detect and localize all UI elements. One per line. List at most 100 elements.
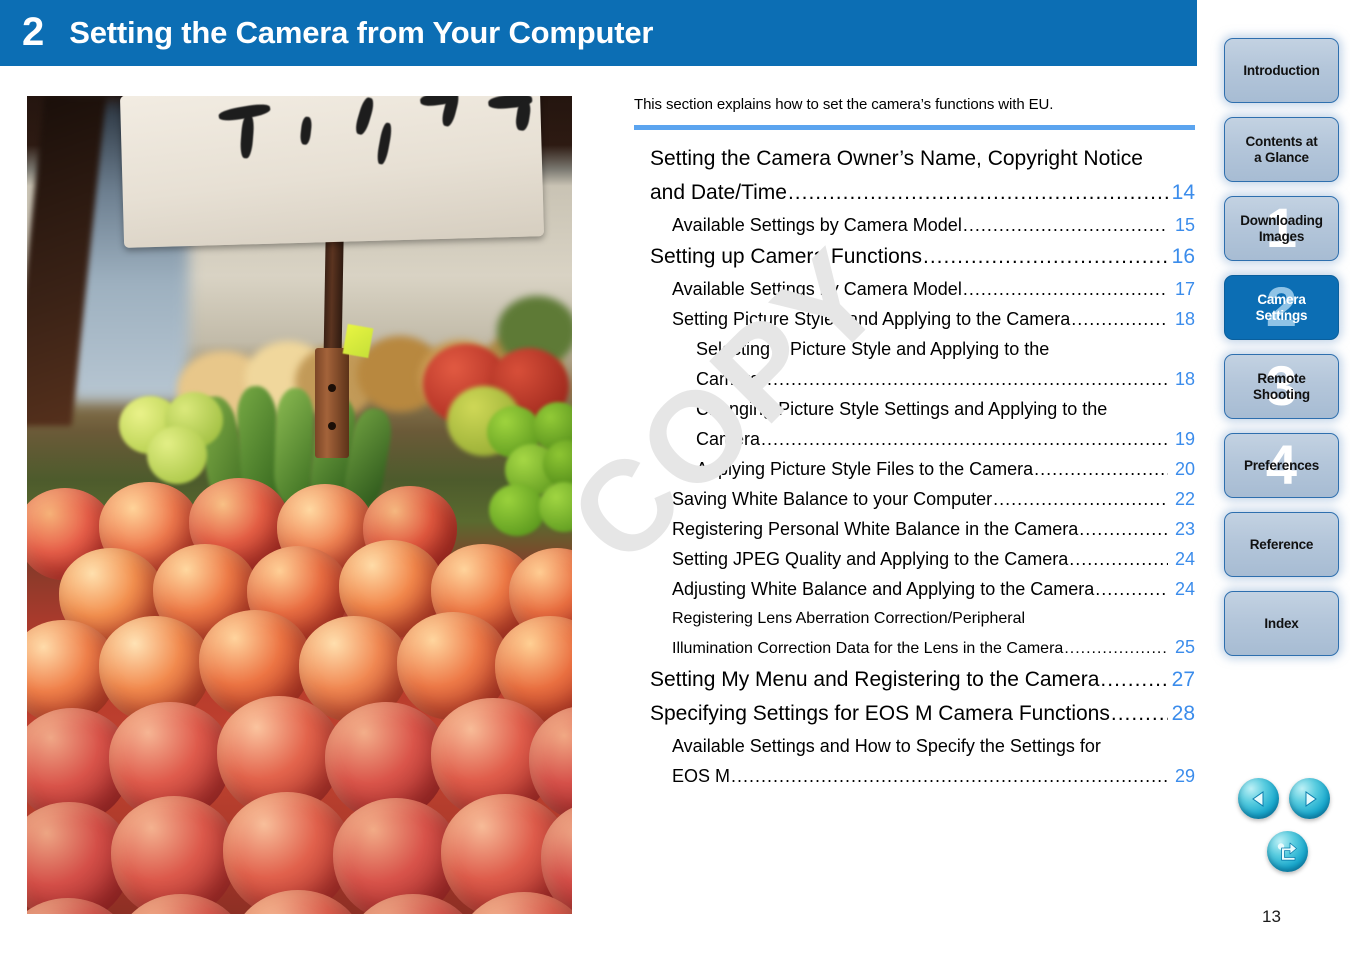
chapter-number: 2	[22, 9, 44, 54]
toc-entry-label: Registering Lens Aberration Correction/P…	[672, 610, 1026, 627]
toc-entry-label: Registering Personal White Balance in th…	[672, 519, 1079, 539]
sidebar-tab-introduction[interactable]: Introduction	[1224, 38, 1339, 103]
toc-leader-dots: ........................................…	[731, 766, 1168, 786]
toc-entry[interactable]: Available Settings and How to Specify th…	[634, 731, 1195, 761]
toc-entry[interactable]: Setting JPEG Quality and Applying to the…	[634, 544, 1195, 574]
right-arrow-icon	[1305, 790, 1317, 807]
next-page-button[interactable]	[1289, 778, 1330, 819]
toc-page-number: 18	[1174, 309, 1195, 329]
toc-leader-dots: ........................................…	[761, 429, 1168, 449]
section-divider	[634, 125, 1195, 130]
sidebar-tab-label: Camera Settings	[1255, 291, 1308, 323]
chapter-tab-sidebar: Introduction Contents at a Glance 1 Download…	[1224, 38, 1339, 670]
toc-entry[interactable]: Camera..................................…	[634, 364, 1195, 394]
sidebar-tab-downloading-images[interactable]: 1 Downloading Images	[1224, 196, 1339, 261]
toc-entry[interactable]: Adjusting White Balance and Applying to …	[634, 574, 1195, 604]
toc-entry[interactable]: Camera..................................…	[634, 424, 1195, 454]
toc-entry-label: Adjusting White Balance and Applying to …	[672, 579, 1095, 599]
sidebar-tab-label: Downloading Images	[1240, 212, 1323, 244]
toc-entry-label: Selecting a Picture Style and Applying t…	[696, 339, 1050, 359]
toc-leader-dots: ........................................…	[1100, 668, 1168, 691]
sidebar-tab-label: Introduction	[1243, 62, 1320, 78]
toc-entry[interactable]: Setting Picture Styles and Applying to t…	[634, 304, 1195, 334]
photo-price-sign	[119, 96, 545, 248]
photo-green-fruit	[147, 426, 207, 484]
return-arrow-icon	[1277, 842, 1297, 861]
toc-entry-label: and Date/Time	[650, 181, 787, 204]
toc-page-number: 24	[1174, 549, 1195, 569]
toc-leader-dots: ........................................…	[962, 215, 1168, 235]
toc-leader-dots: ........................................…	[1071, 309, 1168, 329]
toc-entry-label: Applying Picture Style Files to the Came…	[696, 459, 1034, 479]
toc-leader-dots: ........................................…	[962, 279, 1168, 299]
photo-lime	[489, 484, 545, 536]
toc-entry-label: Specifying Settings for EOS M Camera Fun…	[650, 702, 1110, 725]
market-photo	[27, 96, 572, 914]
toc-entry[interactable]: Available Settings by Camera Model......…	[634, 210, 1195, 240]
toc-page-number: 24	[1174, 579, 1195, 599]
toc-entry[interactable]: Setting My Menu and Registering to the C…	[634, 663, 1195, 697]
toc-leader-dots: ........................................…	[1034, 459, 1168, 479]
toc-entry[interactable]: Selecting a Picture Style and Applying t…	[634, 334, 1195, 364]
toc-entry[interactable]: Specifying Settings for EOS M Camera Fun…	[634, 697, 1195, 731]
section-intro-text: This section explains how to set the cam…	[634, 96, 1054, 113]
sidebar-tab-index[interactable]: Index	[1224, 591, 1339, 656]
toc-leader-dots: ........................................…	[787, 181, 1168, 204]
toc-page-number: 29	[1174, 766, 1195, 786]
page-title: Setting the Camera from Your Computer	[69, 15, 654, 50]
toc-leader-dots: ........................................…	[1064, 640, 1168, 657]
toc-entry[interactable]: Saving White Balance to your Computer...…	[634, 484, 1195, 514]
toc-entry[interactable]: EOS M...................................…	[634, 761, 1195, 791]
toc-entry[interactable]: Illumination Correction Data for the Len…	[634, 633, 1195, 663]
sidebar-tab-label: Reference	[1249, 536, 1314, 552]
toc-entry-label: Camera	[696, 369, 761, 389]
toc-leader-dots: ........................................…	[922, 245, 1168, 268]
toc-leader-dots: ........................................…	[1069, 549, 1168, 569]
toc-entry[interactable]: Available Settings by Camera Model......…	[634, 274, 1195, 304]
page-number: 13	[1262, 907, 1281, 926]
toc-entry-label: Available Settings and How to Specify th…	[672, 736, 1101, 756]
toc-entry[interactable]: and Date/Time...........................…	[634, 176, 1195, 210]
toc-entry[interactable]: Registering Lens Aberration Correction/P…	[634, 604, 1195, 633]
sidebar-tab-remote-shooting[interactable]: 3 Remote Shooting	[1224, 354, 1339, 419]
sidebar-tab-camera-settings[interactable]: 2 Camera Settings	[1224, 275, 1339, 340]
toc-leader-dots: ........................................…	[993, 489, 1168, 509]
toc-entry-label: Camera	[696, 429, 761, 449]
toc-leader-dots: ........................................…	[1095, 579, 1168, 599]
toc-entry-label: Setting JPEG Quality and Applying to the…	[672, 549, 1069, 569]
navigation-buttons	[1238, 778, 1338, 872]
left-arrow-icon	[1251, 790, 1263, 807]
toc-entry-label: Setting My Menu and Registering to the C…	[650, 668, 1100, 691]
sidebar-tab-label: Remote Shooting	[1253, 370, 1310, 402]
toc-entry-label: Available Settings by Camera Model	[672, 279, 962, 299]
sidebar-tab-reference[interactable]: Reference	[1224, 512, 1339, 577]
toc-entry[interactable]: Changing Picture Style Settings and Appl…	[634, 394, 1195, 424]
table-of-contents: Setting the Camera Owner’s Name, Copyrig…	[634, 142, 1195, 791]
toc-entry[interactable]: Applying Picture Style Files to the Came…	[634, 454, 1195, 484]
photo-pole-bracket	[315, 348, 349, 458]
toc-entry[interactable]: Registering Personal White Balance in th…	[634, 514, 1195, 544]
toc-entry-label: Changing Picture Style Settings and Appl…	[696, 399, 1108, 419]
toc-page-number: 22	[1174, 489, 1195, 509]
chapter-header: 2 Setting the Camera from Your Computer	[0, 0, 1197, 66]
sidebar-tab-contents-at-a-glance[interactable]: Contents at a Glance	[1224, 117, 1339, 182]
sidebar-tab-preferences[interactable]: 4 Preferences	[1224, 433, 1339, 498]
toc-page-number: 25	[1174, 637, 1195, 657]
return-button[interactable]	[1267, 831, 1308, 872]
toc-leader-dots: ........................................…	[761, 369, 1168, 389]
toc-entry-label: Available Settings by Camera Model	[672, 215, 962, 235]
toc-page-number: 17	[1174, 279, 1195, 299]
toc-page-number: 14	[1171, 181, 1195, 204]
previous-page-button[interactable]	[1238, 778, 1279, 819]
toc-entry-label: Setting the Camera Owner’s Name, Copyrig…	[650, 147, 1143, 170]
toc-entry-label: Illumination Correction Data for the Len…	[672, 640, 1064, 657]
sidebar-tab-label: Contents at a Glance	[1245, 133, 1318, 165]
toc-entry[interactable]: Setting the Camera Owner’s Name, Copyrig…	[634, 142, 1195, 176]
toc-leader-dots: ........................................…	[1079, 519, 1168, 539]
toc-entry[interactable]: Setting up Camera Functions.............…	[634, 240, 1195, 274]
toc-entry-label: EOS M	[672, 766, 731, 786]
toc-page-number: 23	[1174, 519, 1195, 539]
manual-page: 2 Setting the Camera from Your Computer	[0, 0, 1350, 954]
toc-leader-dots: ........................................…	[1110, 702, 1168, 725]
toc-page-number: 18	[1174, 369, 1195, 389]
